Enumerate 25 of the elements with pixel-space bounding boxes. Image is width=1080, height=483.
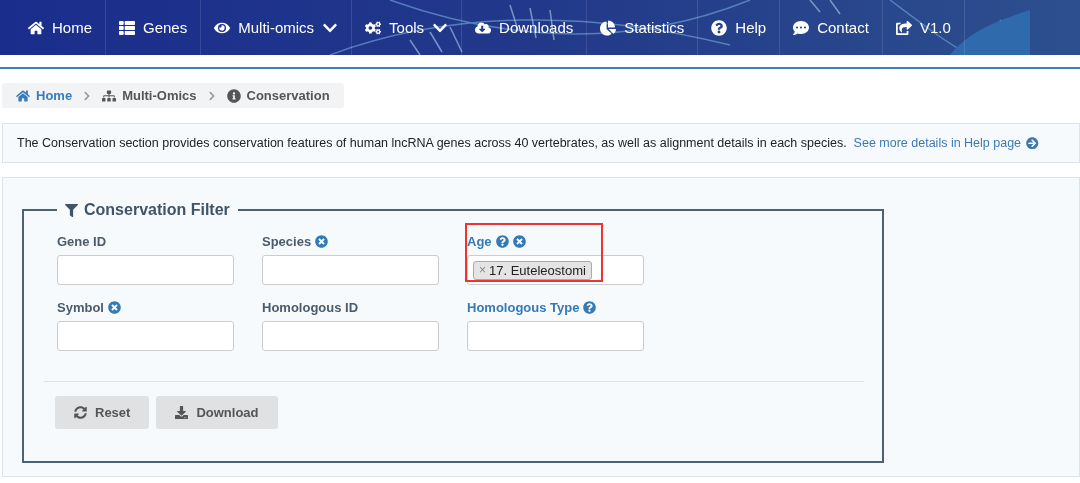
nav-link[interactable]: Tools [352,0,463,55]
nav-link[interactable]: Statistics [587,0,699,55]
field-label: Symbol [57,299,104,315]
nav-link[interactable]: Contact [780,0,883,55]
breadcrumb-link[interactable]: Multi-Omics [102,88,197,103]
filter-title: Conservation Filter [84,201,230,219]
field-label: Gene ID [57,233,107,249]
nav-link[interactable]: Genes [106,0,202,55]
tag-label: 17. Euteleostomi [489,262,586,278]
field-label: Species [262,233,312,249]
nav-link[interactable]: V1.0 [882,0,965,55]
breadcrumb-link[interactable]: Home [16,88,73,103]
help-link[interactable]: See more details in Help page [853,136,1039,150]
nav-link[interactable]: Downloads [462,0,588,55]
field-label: Homologous ID [262,299,359,315]
action-button[interactable]: Reset [55,396,150,429]
breadcrumb-link[interactable]: Conservation [226,88,330,103]
nav-link[interactable]: Multi-omics [201,0,353,55]
action-button[interactable]: Download [156,396,278,429]
nav-link[interactable]: Home [15,0,106,55]
field-label: Age [467,233,492,249]
nav-link[interactable]: Help [698,0,781,55]
intro-text: The Conservation section provides conservation features of human lncRNA genes across 40 vertebrates, as well as alignment details in each species. [17,136,847,150]
input-field[interactable]: × 17. Euteleostomi [467,255,644,285]
field-label: Homologous Type [467,299,580,315]
